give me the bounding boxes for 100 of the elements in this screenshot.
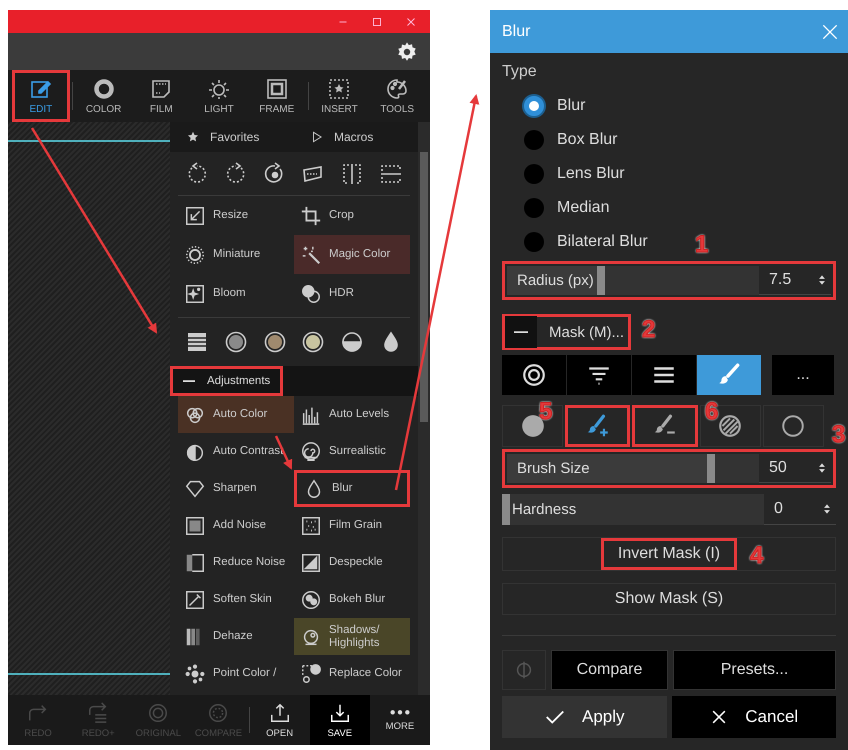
tool-button[interactable]: Bokeh Blur [294,581,410,618]
concentric-circles-icon [521,362,547,388]
slider-fill[interactable] [507,454,716,483]
tool-button[interactable]: Sharpen [178,470,294,507]
tool-button[interactable]: Despeckle [294,544,410,581]
show-mask-button[interactable]: Show Mask (S) [502,583,836,615]
toolbar-button[interactable]: SAVE [310,695,370,745]
panel-tab[interactable]: Favorites [170,122,294,152]
dotted-square-icon [300,514,322,536]
tool-button[interactable]: Reduce Noise [178,544,294,581]
half-filled-circle-icon[interactable] [340,330,364,354]
toolbar-tab[interactable]: TOOLS [368,70,426,122]
radio-option[interactable]: Box Blur [502,123,836,157]
presets-button[interactable]: Presets... [673,650,836,690]
apply-button[interactable]: Apply [502,696,666,738]
slider-label: Radius (px) [517,272,594,289]
mask-mode-tab[interactable] [567,355,631,395]
toolbar-button[interactable]: MORE [370,695,430,745]
crop-icon [300,204,322,226]
dashed-circle-icon [207,702,230,724]
slider-track[interactable]: Radius (px) [507,266,759,295]
shaded-circle-icon[interactable] [224,330,248,354]
dots-icon [184,662,206,684]
slider-label: Hardness [512,501,576,518]
tool-button[interactable]: Crop [294,196,410,235]
radio-button[interactable] [524,96,544,116]
concentric-circles-icon [147,702,170,724]
hatched-circle-icon [717,413,744,439]
section-header[interactable]: Adjustments [170,366,284,396]
radio-option[interactable]: Blur [502,89,836,123]
circle-icon [780,413,806,439]
slider-track[interactable]: Hardness [502,494,764,525]
number-field[interactable]: 0 [764,494,836,525]
mask-toggle[interactable]: Mask (M)... [502,314,631,350]
sun-icon [207,77,232,101]
radio-button[interactable] [524,130,544,150]
radio-option[interactable]: Median [502,191,836,225]
settings-icon[interactable] [396,40,418,62]
gradient-square-icon [300,552,322,574]
redo-lines-icon [87,702,110,724]
tool-button[interactable]: Magic Color [294,235,410,274]
cancel-button[interactable]: Cancel [672,696,836,738]
radio-button[interactable] [524,232,544,252]
mask-mode-tab[interactable] [632,355,696,395]
upload-icon [268,702,291,724]
brush-tool-button[interactable] [762,405,824,447]
radio-button[interactable] [524,198,544,218]
slider-fill[interactable] [502,494,510,525]
invert-mask-button[interactable]: Invert Mask (I) [600,538,738,570]
slider-fill[interactable] [507,266,606,295]
checker-square-icon [184,514,206,536]
shaded-circle-icon[interactable] [301,330,326,354]
tool-button[interactable]: HDR [294,274,410,313]
toolbar-tab[interactable]: FRAME [248,70,306,122]
mask-mode-tab[interactable] [502,355,566,395]
toolbar-tab[interactable]: EDIT [12,70,70,122]
brush-tool-button[interactable] [565,405,630,447]
dotted-corner-icon [300,662,322,684]
scrollbar-thumb[interactable] [420,152,428,422]
minus-icon [514,330,528,334]
half-checker-square-icon [184,552,206,574]
tool-button[interactable]: Blur [294,470,410,507]
compare-button[interactable]: Compare [551,650,668,690]
spiral-icon [300,440,322,462]
shaded-circle-icon[interactable] [262,330,287,354]
toolbar-button[interactable]: OPEN [250,695,310,745]
toolbar-tab[interactable]: INSERT [310,70,368,122]
overlapping-circles-icon [300,282,322,304]
radio-button[interactable] [524,164,544,184]
mask-mode-tab[interactable]: ... [772,355,834,395]
number-field[interactable]: 50 [759,454,831,483]
section-label: Type [502,63,538,82]
spotted-circle-icon [300,588,322,610]
tool-button[interactable]: Point Color / [178,655,294,692]
minus-icon [183,380,195,382]
toolbar-tab[interactable]: FILM [132,70,190,122]
toolbar-tab[interactable]: COLOR [74,70,132,122]
toolbar-tab[interactable]: LIGHT [190,70,248,122]
tool-button[interactable]: Surrealistic [294,433,410,470]
tool-button[interactable]: Soften Skin [178,581,294,618]
callout-number: 5 [539,399,552,425]
tool-button[interactable]: Dehaze [178,618,294,655]
tool-button[interactable]: Film Grain [294,507,410,544]
tool-button[interactable]: Shadows/ Highlights [294,618,410,655]
number-field[interactable]: 7.5 [759,266,831,295]
tool-button[interactable]: Miniature [178,235,294,274]
tool-button[interactable]: Replace Color [294,655,410,692]
framed-square-icon [264,77,289,101]
tool-button[interactable]: Auto Color [178,396,294,433]
play-triangle-icon [310,130,324,144]
radio-option[interactable]: Lens Blur [502,157,836,191]
tool-button[interactable]: Resize [178,196,294,235]
panel-tab[interactable]: Macros [294,122,418,152]
tool-button[interactable]: Add Noise [178,507,294,544]
tool-button[interactable]: Bloom [178,274,294,313]
palette-icon [385,77,410,101]
brush-tool-button[interactable] [632,405,698,447]
slider-track[interactable]: Brush Size [507,454,759,483]
tool-button[interactable]: Auto Levels [294,396,410,433]
dotted-circle-icon [184,244,206,266]
